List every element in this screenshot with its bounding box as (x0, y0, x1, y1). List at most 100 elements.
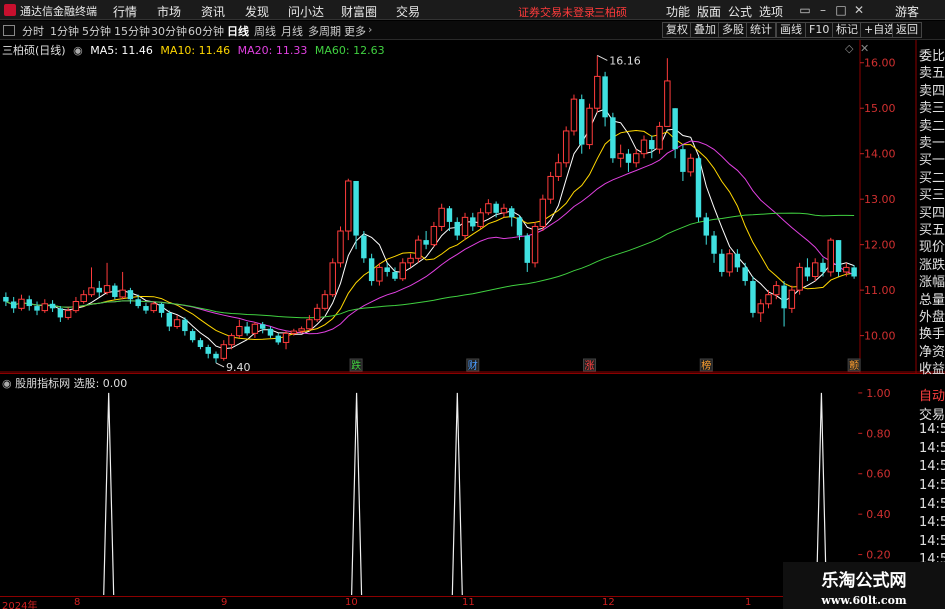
candle-body-up (640, 139, 648, 155)
candle-body-down (625, 153, 632, 163)
trade-time-label: 14:56 (919, 440, 945, 456)
period-30min[interactable]: 30分钟 (151, 23, 187, 39)
menu-shichang[interactable]: 市场 (157, 3, 181, 20)
candle-body-down (649, 140, 655, 150)
period-multi[interactable]: 多周期 (308, 23, 341, 39)
candle-body-up (321, 294, 329, 309)
layout-icon[interactable] (3, 25, 15, 36)
candle-body-down (470, 217, 476, 227)
candle-body-down (34, 306, 40, 311)
candle (329, 258, 336, 297)
maximize-icon[interactable]: □ (833, 2, 849, 18)
menu-faxian[interactable]: 发现 (245, 3, 269, 20)
menu-gongshi[interactable]: 公式 (728, 3, 752, 20)
candle-body-down (368, 258, 375, 282)
candle (531, 221, 539, 268)
candle (820, 258, 826, 277)
menu-xuanxiang[interactable]: 选项 (759, 3, 783, 20)
menu-caifuquan[interactable]: 财富圈 (341, 3, 377, 20)
menu-hangqing[interactable]: 行情 (113, 3, 137, 20)
guest-label[interactable]: 游客 (895, 3, 919, 20)
chart-close-icon[interactable]: ✕ (860, 42, 869, 55)
diamond-icon[interactable]: ◇ (845, 42, 853, 55)
period-60min[interactable]: 60分钟 (188, 23, 224, 39)
candle-body-up (788, 289, 796, 309)
menu-jiaoyi[interactable]: 交易 (396, 3, 420, 20)
candle-body-down (353, 180, 359, 236)
period-5min[interactable]: 5分钟 (82, 23, 111, 39)
quote-field-label: 买一 (919, 153, 945, 169)
toolbar-back[interactable]: 返回 (892, 22, 922, 38)
toolbar-duogu[interactable]: 多股 (718, 22, 748, 38)
candle-body-down (446, 208, 453, 222)
period-15min[interactable]: 15分钟 (114, 23, 150, 39)
candle (500, 203, 508, 218)
candle (750, 276, 756, 318)
toolbar-biaoji[interactable]: 标记 (832, 22, 862, 38)
candle-body-up (843, 266, 850, 273)
quote-field-label: 买五 (919, 223, 945, 238)
auto-trade-label[interactable]: 交易 (919, 404, 945, 423)
candle-body-down (361, 235, 367, 259)
price-tick-label: 10.00 (864, 330, 896, 343)
candle (508, 206, 515, 227)
candle-body-down (275, 335, 281, 343)
high-pointer (597, 55, 608, 61)
settings-circle-icon[interactable]: ◉ (73, 44, 83, 57)
candle (18, 294, 25, 311)
candle-body-up (594, 75, 601, 109)
candle (313, 303, 321, 322)
trade-login-warning[interactable]: 证券交易未登录 (518, 4, 595, 20)
candle-body-down (781, 285, 787, 309)
quote-field-label: 买三 (919, 188, 945, 204)
candle-body-up (796, 266, 803, 291)
candle-body-up (500, 207, 508, 214)
period-monthly[interactable]: 月线 (281, 23, 303, 39)
candle-body-up (228, 335, 235, 346)
quote-field-label: 委比 (919, 49, 945, 64)
candle-body-up (313, 307, 321, 321)
period-fenshi[interactable]: 分时 (22, 23, 44, 39)
toolbar-huaxian[interactable]: 画线 (776, 22, 806, 38)
toolbar-diejia[interactable]: 叠加 (690, 22, 720, 38)
candle (399, 258, 406, 282)
toolbar-f10[interactable]: F10 (805, 22, 834, 38)
indicator-value: 选股: 0.00 (73, 377, 128, 390)
indicator-settings-icon[interactable]: ◉ (2, 377, 12, 390)
period-weekly[interactable]: 周线 (254, 23, 276, 39)
candle (656, 121, 663, 154)
candle (742, 262, 748, 286)
candle-body-down (259, 324, 266, 329)
toolbar-fuquan[interactable]: 复权 (662, 22, 692, 38)
close-icon[interactable]: ✕ (851, 2, 867, 18)
candle (96, 281, 102, 297)
candle-body-down (851, 267, 857, 277)
ma20-label: MA20: 11.33 (237, 44, 308, 57)
more-chevron-icon[interactable]: › (368, 23, 372, 36)
candle-body-up (282, 332, 290, 343)
candle-body-down (3, 296, 9, 302)
candle-body-up (220, 344, 228, 359)
date-label-oct: 10 (345, 597, 358, 608)
candle (438, 203, 445, 232)
menu-gongneng[interactable]: 功能 (666, 3, 690, 20)
candle (695, 155, 702, 222)
toolbar-tongji[interactable]: 统计 (746, 22, 776, 38)
auto-trade-label[interactable]: 自动 (919, 385, 945, 404)
candlestick-chart[interactable]: 16.00 15.00 14.00 13.00 12.00 11.00 10.00 16.16… (0, 40, 945, 373)
candle (282, 331, 290, 350)
candle (454, 217, 460, 241)
candle-body-down (711, 235, 717, 254)
candle (49, 300, 56, 312)
event-marker-text: 颤 (849, 359, 859, 372)
menu-zixun[interactable]: 资讯 (201, 3, 225, 20)
menu-toggle-icon[interactable]: ▭ (797, 2, 813, 18)
ma5-line (5, 108, 855, 350)
ma5-label: MA5: 11.46 (90, 44, 153, 57)
minimize-icon[interactable]: – (815, 2, 831, 18)
menu-wenxiaoda[interactable]: 问小达 (288, 3, 324, 20)
menu-banmian[interactable]: 版面 (697, 3, 721, 20)
period-more[interactable]: 更多 (344, 23, 366, 39)
period-1min[interactable]: 1分钟 (50, 23, 79, 39)
period-daily[interactable]: 日线 (227, 23, 249, 39)
